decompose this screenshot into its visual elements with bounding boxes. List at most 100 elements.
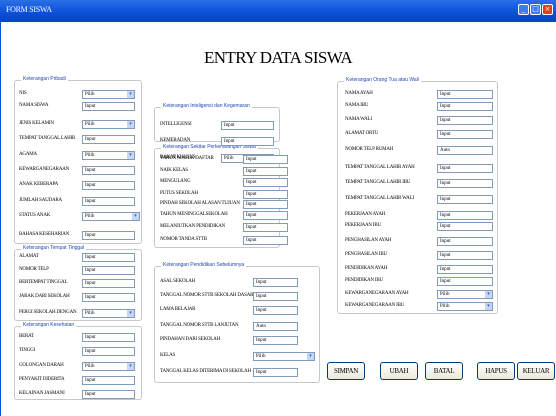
tempat-tanggal-lahir-wali-input[interactable]: Input	[437, 195, 493, 204]
nis-select[interactable]: Pilih ▾	[82, 90, 135, 99]
nama-wali-value: Input	[440, 118, 451, 123]
pendidikan-ayah-input[interactable]: Input	[437, 265, 493, 274]
jarak-dari-sekolah-label: JARAK DARI SEKOLAH	[19, 294, 70, 299]
simpan-button[interactable]: SIMPAN	[327, 362, 365, 380]
pergi-sekolah-dengan-value: Pilih	[85, 311, 95, 316]
jenis-kelamin-select[interactable]: Pilih ▾	[82, 120, 135, 129]
tempat-tanggal-lahir-ayah-input[interactable]: Input	[437, 164, 493, 173]
lama-belajar-value: Input	[256, 308, 267, 313]
penyakit-diderita-label: PENYAKIT DIDERITA	[19, 377, 65, 382]
bertempat-tinggal-input[interactable]: Input	[82, 279, 135, 288]
status-anak-select[interactable]: Pilih ▾	[82, 212, 140, 221]
kelainan-jasmani-value: Input	[85, 392, 96, 397]
kewarganegaraan-ibu-select[interactable]: Pilih ▾	[437, 302, 493, 311]
chevron-down-icon[interactable]: ▾	[127, 91, 134, 98]
tinggi-input[interactable]: Input	[82, 347, 135, 356]
kemeradan-input[interactable]: Input	[221, 137, 274, 146]
nomor-telp-rumah-input[interactable]: Auto	[437, 146, 493, 155]
tempat-tanggal-lahir-ibu-input[interactable]: Input	[437, 179, 493, 188]
lama-belajar-input[interactable]: Input	[253, 306, 298, 315]
kewarganegaraan-label: KEWARGANEGARAAN	[19, 167, 70, 172]
golongan-darah-label: GOLONGAN DARAH	[19, 363, 64, 368]
chevron-down-icon[interactable]: ▾	[127, 310, 134, 317]
penghasilan-ayah-input[interactable]: Input	[437, 237, 493, 246]
pendidikan-ayah-label: PENDIDIKAN AYAH	[345, 266, 388, 271]
pekerjaan-ibu-input[interactable]: Input	[437, 222, 493, 231]
nama-ibu-input[interactable]: Input	[437, 102, 493, 111]
putus-sekolah-input[interactable]: Input	[243, 190, 288, 199]
chevron-down-icon[interactable]: ▾	[132, 213, 139, 220]
keluar-button[interactable]: KELUAR	[517, 362, 555, 380]
bahasa-keseharian-input[interactable]: Input	[82, 231, 135, 240]
pindahan-dari-sekolah-input[interactable]: Input	[253, 336, 298, 345]
tanggal-nomor-sttb-sekolah-dasar-input[interactable]: Input	[253, 292, 298, 301]
pekerjaan-ayah-value: Input	[440, 213, 451, 218]
alamat-ortu-value: Input	[440, 132, 451, 137]
nomor-telp-input[interactable]: Input	[82, 266, 135, 275]
kelainan-jasmani-input[interactable]: Input	[82, 390, 135, 399]
pekerjaan-ibu-label: PEKERJAAN IBU	[345, 223, 381, 228]
pekerjaan-ayah-input[interactable]: Input	[437, 211, 493, 220]
hapus-button[interactable]: HAPUS	[477, 362, 515, 380]
kelas-label: KELAS	[160, 353, 176, 358]
pendidikan-ibu-input[interactable]: Input	[437, 277, 493, 286]
ubah-button[interactable]: UBAH	[380, 362, 418, 380]
tahun-masuk-daftar-input[interactable]: Input	[243, 155, 288, 164]
anak-keberapa-input[interactable]: Input	[82, 181, 135, 190]
intelligensi-input[interactable]: Input	[221, 121, 274, 130]
kewarganegaraan-ayah-select[interactable]: Pilih ▾	[437, 290, 493, 299]
nama-siswa-value: Input	[85, 104, 96, 109]
jarak-dari-sekolah-input[interactable]: Input	[82, 293, 135, 302]
nama-wali-input[interactable]: Input	[437, 116, 493, 125]
jenis-kelamin-value: Pilih	[85, 122, 95, 127]
kewarganegaraan-input[interactable]: Input	[82, 166, 135, 175]
nomor-tanda-sttb-value: Input	[246, 238, 257, 243]
chevron-down-icon[interactable]: ▾	[485, 303, 492, 310]
naik-kelas-input[interactable]: Input	[243, 167, 288, 176]
agama-value: Pilih	[85, 153, 95, 158]
penghasilan-ibu-input[interactable]: Input	[437, 251, 493, 260]
tinggi-label: TINGGI	[19, 348, 36, 353]
kelas-select[interactable]: Pilih ▾	[253, 352, 315, 361]
tempat-tanggal-lahir-input[interactable]: Input	[82, 135, 135, 144]
kewarganegaraan-ayah-label: KEWARGANEGARAAN AYAH	[345, 291, 409, 296]
chevron-down-icon[interactable]: ▾	[127, 363, 134, 370]
golongan-darah-select[interactable]: Pilih ▾	[82, 362, 135, 371]
intelligensi-value: Input	[224, 123, 235, 128]
alamat-ortu-input[interactable]: Input	[437, 130, 493, 139]
chevron-down-icon[interactable]: ▾	[307, 353, 314, 360]
penyakit-diderita-input[interactable]: Input	[82, 376, 135, 385]
chevron-down-icon[interactable]: ▾	[127, 152, 134, 159]
tempat-tanggal-lahir-ayah-label: TEMPAT TANGGAL LAHIR AYAH	[345, 165, 415, 170]
panel-title-inteligensi: Keterangan Inteligensi dan Kegemaran	[161, 103, 252, 109]
lama-belajar-label: LAMA BELAJAR	[160, 307, 196, 312]
close-icon[interactable]: ×	[542, 4, 553, 15]
tahun-meninggalsekolah-input[interactable]: Input	[243, 211, 288, 220]
tanggal-nomor-sttb-sekolah-dasar-value: Input	[256, 294, 267, 299]
anak-keberapa-label: ANAK KEBERAPA	[19, 182, 59, 187]
tanggal-nomor-sttb-lanjutan-input[interactable]: Auto	[253, 322, 298, 331]
agama-select[interactable]: Pilih ▾	[82, 151, 135, 160]
nama-siswa-input[interactable]: Input	[82, 102, 135, 111]
pergi-sekolah-dengan-select[interactable]: Pilih ▾	[82, 309, 135, 318]
tahun-meninggalsekolah-label: TAHUN MENINGGALSEKOLAH	[160, 212, 228, 217]
mengulang-input[interactable]: Input	[243, 178, 288, 187]
bertempat-tinggal-value: Input	[85, 281, 96, 286]
nomor-tanda-sttb-input[interactable]: Input	[243, 236, 288, 245]
maximize-icon[interactable]: □	[530, 4, 541, 15]
tanggal-kelas-diterima-di-sekolah-input[interactable]: Input	[253, 368, 298, 377]
nama-ayah-input[interactable]: Input	[437, 90, 493, 99]
asal-sekolah-input[interactable]: Input	[253, 278, 298, 287]
page-title: ENTRY DATA SISWA	[203, 48, 353, 67]
chevron-down-icon[interactable]: ▾	[127, 121, 134, 128]
jumlah-saudara-input[interactable]: Input	[82, 197, 135, 206]
berat-input[interactable]: Input	[82, 333, 135, 342]
melanjutkan-pendidikan-input[interactable]: Input	[243, 223, 288, 232]
tahun-masuk-daftar-label: TAHUN MASUK DAFTAR	[160, 156, 214, 161]
batal-button[interactable]: BATAL	[425, 362, 463, 380]
alamat-input[interactable]: Input	[82, 253, 135, 262]
minimize-icon[interactable]: _	[518, 4, 529, 15]
penghasilan-ayah-value: Input	[440, 239, 451, 244]
pindah-sekolah-alasan-tujuan-input[interactable]: Input	[243, 200, 288, 209]
chevron-down-icon[interactable]: ▾	[485, 291, 492, 298]
